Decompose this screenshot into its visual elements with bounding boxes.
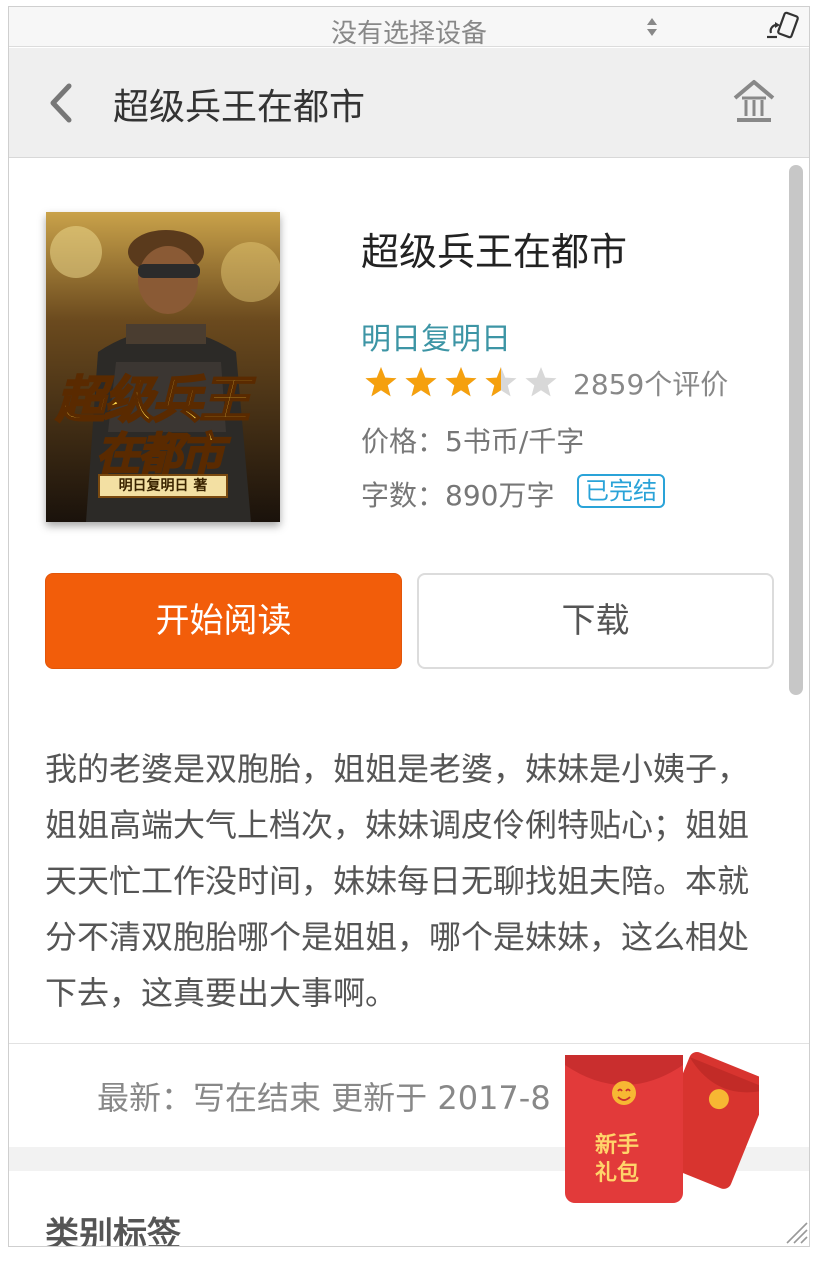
author-link[interactable]: 明日复明日 <box>361 314 511 358</box>
price-info: 价格：5书币/千字 <box>361 425 585 458</box>
device-select[interactable]: 没有选择设备 <box>9 13 809 50</box>
home-icon[interactable] <box>731 76 777 128</box>
scrollbar-thumb[interactable] <box>789 165 803 695</box>
book-title: 超级兵王在都市 <box>361 230 628 274</box>
device-toolbar: 没有选择设备 <box>9 7 809 50</box>
sort-arrows-icon[interactable] <box>645 15 659 39</box>
cover-author-plate: 明日复明日 著 <box>98 474 228 498</box>
rotate-device-icon[interactable] <box>761 11 805 43</box>
download-button[interactable]: 下载 <box>417 573 774 669</box>
star-icon <box>405 367 437 397</box>
resize-handle-icon[interactable] <box>781 1217 809 1245</box>
latest-chapter[interactable]: 最新：写在结束 更新于 2017-8 <box>97 1073 551 1119</box>
browser-frame: 没有选择设备 超级兵王在都市 超级兵王 在都市 明日复明日 著 超级兵王在都市 … <box>8 6 810 1247</box>
red-envelope-icon <box>565 1052 770 1203</box>
star-icon <box>365 367 397 397</box>
star-icon <box>525 367 557 397</box>
page-title: 超级兵王在都市 <box>113 87 366 128</box>
star-icon <box>485 367 517 397</box>
book-description: 我的老婆是双胞胎，姐姐是老婆，妹妹是小姨子，姐姐高端大气上档次，妹妹调皮伶俐特贴… <box>45 750 750 1012</box>
review-count[interactable]: 2859个评价 <box>573 363 728 403</box>
category-section-title: 类别标签 <box>45 1215 181 1247</box>
star-icon <box>445 367 477 397</box>
word-count: 字数：890万字 <box>361 479 555 512</box>
newbie-gift-packet[interactable]: 新手 礼包 <box>559 1041 770 1211</box>
back-arrow-icon[interactable] <box>39 78 83 128</box>
start-reading-button[interactable]: 开始阅读 <box>45 573 402 669</box>
book-cover[interactable]: 超级兵王 在都市 明日复明日 著 <box>46 212 280 522</box>
rating-stars <box>361 365 561 399</box>
app-header: 超级兵王在都市 <box>9 48 809 158</box>
status-badge: 已完结 <box>577 474 665 508</box>
cover-title-line2: 在都市 <box>95 428 225 481</box>
packet-label-line2: 礼包 <box>595 1161 640 1186</box>
